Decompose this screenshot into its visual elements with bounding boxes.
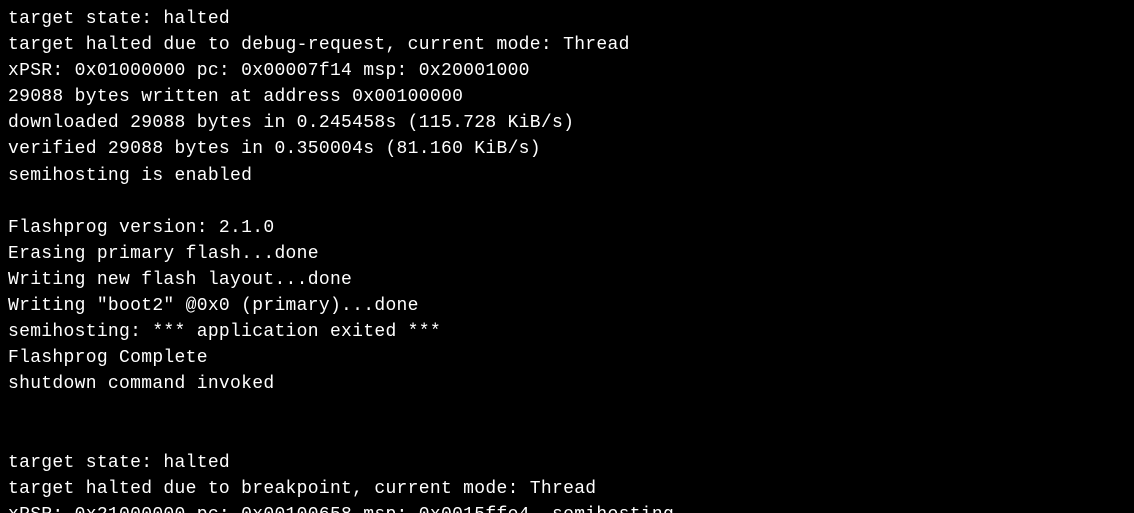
terminal-output: target state: halted target halted due t…	[0, 0, 1134, 513]
terminal-line: target state: halted	[8, 450, 1126, 476]
terminal-line: Writing new flash layout...done	[8, 267, 1126, 293]
terminal-line: xPSR: 0x21000000 pc: 0x00100658 msp: 0x0…	[8, 502, 1126, 513]
terminal-line: Writing "boot2" @0x0 (primary)...done	[8, 293, 1126, 319]
terminal-line: shutdown command invoked	[8, 371, 1126, 397]
terminal-line: verified 29088 bytes in 0.350004s (81.16…	[8, 136, 1126, 162]
terminal-line: 29088 bytes written at address 0x0010000…	[8, 84, 1126, 110]
terminal-line: target halted due to breakpoint, current…	[8, 476, 1126, 502]
terminal-line: semihosting is enabled	[8, 163, 1126, 189]
terminal-line: Flashprog version: 2.1.0	[8, 215, 1126, 241]
terminal-line: xPSR: 0x01000000 pc: 0x00007f14 msp: 0x2…	[8, 58, 1126, 84]
terminal-line: target state: halted	[8, 6, 1126, 32]
terminal-line	[8, 189, 1126, 215]
terminal-line	[8, 424, 1126, 450]
terminal-line: downloaded 29088 bytes in 0.245458s (115…	[8, 110, 1126, 136]
terminal-line: Erasing primary flash...done	[8, 241, 1126, 267]
terminal-line	[8, 397, 1126, 423]
terminal-line: semihosting: *** application exited ***	[8, 319, 1126, 345]
terminal-line: Flashprog Complete	[8, 345, 1126, 371]
terminal-line: target halted due to debug-request, curr…	[8, 32, 1126, 58]
